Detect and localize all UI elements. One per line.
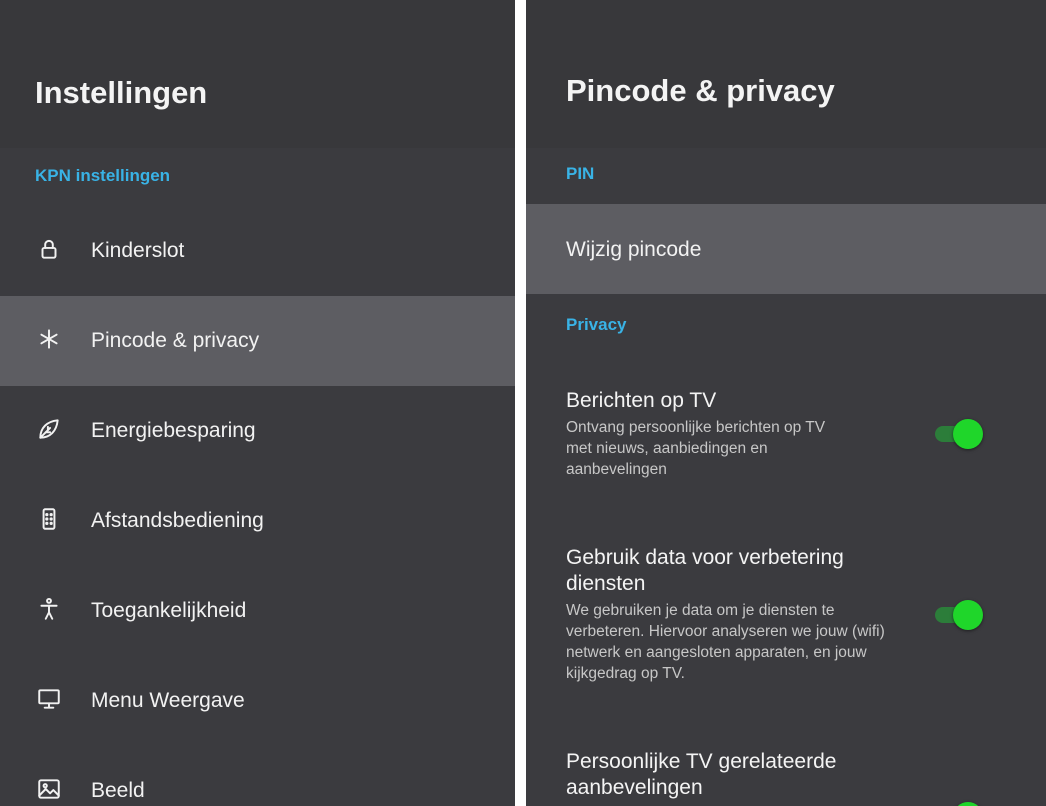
menu-item-menu-weergave[interactable]: Menu Weergave [0,656,515,746]
page-title: Pincode & privacy [566,73,835,108]
pref-title: Persoonlijke TV gerelateerde aanbeveling… [566,750,837,799]
remote-control-icon [36,506,62,532]
toggle-gebruik-data[interactable] [935,597,985,631]
pref-title: Berichten op TV [566,389,717,412]
menu-item-label: Menu Weergave [91,689,245,712]
menu-item-label: Kinderslot [91,239,185,262]
menu-item-label: Afstandsbediening [91,509,264,532]
pref-description: Ontvang persoonlijke berichten op TV met… [566,419,826,478]
settings-header: Instellingen [0,0,515,148]
change-pin-label: Wijzig pincode [566,238,702,261]
section-label-kpn: KPN instellingen [35,166,171,185]
pref-berichten-op-tv[interactable]: Berichten op TV Ontvang persoonlijke ber… [526,388,1046,498]
toggle-berichten-op-tv[interactable] [935,416,985,450]
section-label-privacy: Privacy [566,315,627,334]
menu-item-label: Energiebesparing [91,419,256,442]
menu-item-beeld[interactable]: Beeld [0,746,515,806]
page-title: Instellingen [35,75,208,110]
change-pin-button[interactable]: Wijzig pincode [526,204,1046,294]
toggle-persoonlijke-aanbevelingen[interactable] [935,799,985,806]
section-label-pin: PIN [566,164,595,183]
pref-gebruik-data[interactable]: Gebruik data voor verbetering diensten W… [526,545,1046,695]
menu-item-energiebesparing[interactable]: Energiebesparing [0,386,515,476]
toggle-thumb [953,600,983,630]
menu-item-label: Pincode & privacy [91,329,260,352]
menu-item-afstandsbediening[interactable]: Afstandsbediening [0,476,515,566]
toggle-thumb [953,419,983,449]
pref-title: Gebruik data voor verbetering diensten [566,546,844,595]
monitor-icon [36,686,62,712]
lock-icon [36,236,62,262]
menu-item-label: Beeld [91,779,145,802]
pincode-privacy-panel: Pincode & privacy PIN Wijzig pincode Pri… [526,0,1046,806]
menu-item-toegankelijkheid[interactable]: Toegankelijkheid [0,566,515,656]
image-icon [36,776,62,802]
settings-panel: Instellingen KPN instellingen Kinderslot… [0,0,515,806]
pref-description: We gebruiken je data om je diensten te v… [566,602,885,682]
menu-item-kinderslot[interactable]: Kinderslot [0,206,515,296]
toggle-thumb [953,802,983,806]
menu-item-label: Toegankelijkheid [91,599,247,622]
pincode-privacy-header: Pincode & privacy [526,0,1046,148]
asterisk-icon [36,326,62,352]
pref-persoonlijke-aanbevelingen[interactable]: Persoonlijke TV gerelateerde aanbeveling… [526,749,1046,806]
accessibility-icon [36,596,62,622]
leaf-icon [36,416,62,442]
menu-item-pincode-privacy[interactable]: Pincode & privacy [0,296,515,386]
